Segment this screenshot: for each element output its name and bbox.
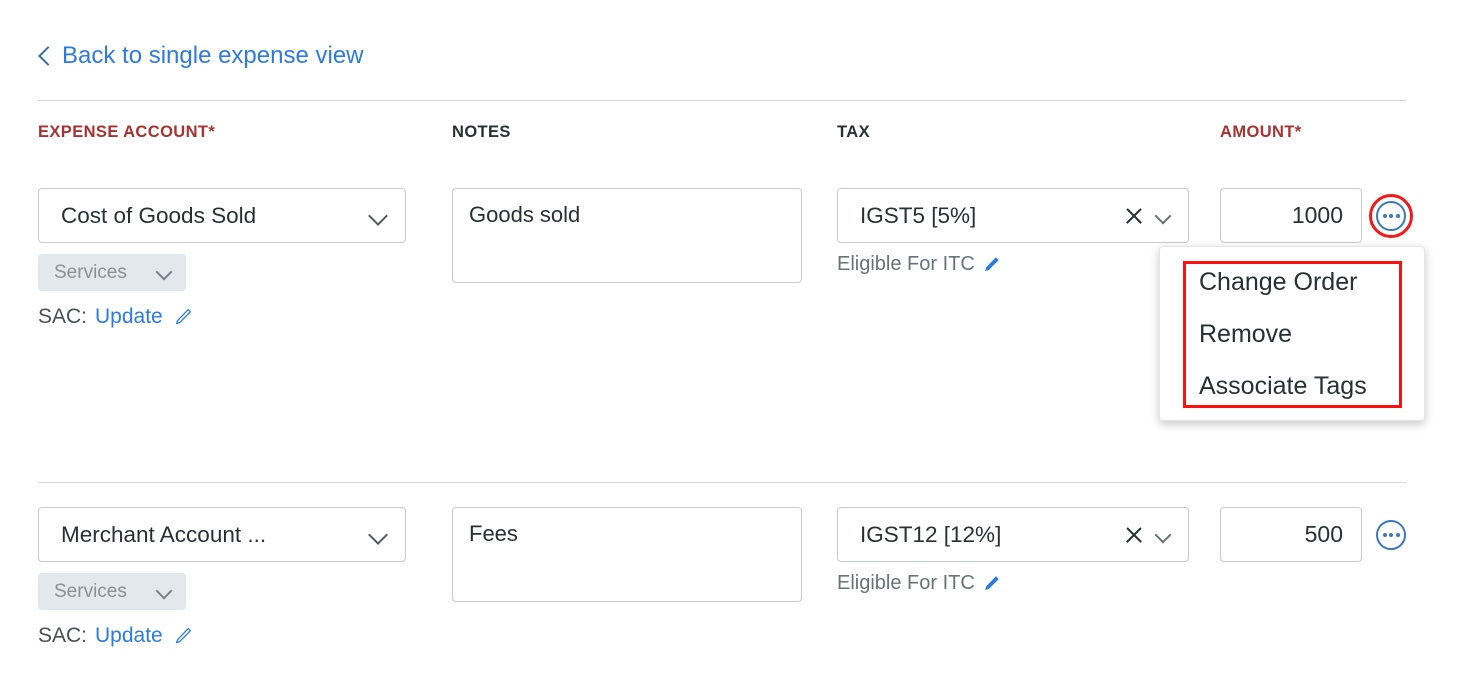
chevron-down-icon [156,583,174,601]
column-header-tax: TAX [837,123,870,141]
ellipsis-icon-dot [1389,532,1393,537]
column-header-amount: AMOUNT* [1220,123,1302,141]
row-actions-context-menu: Change Order Remove Associate Tags [1159,246,1425,421]
pencil-solid-icon[interactable] [982,574,1001,593]
pencil-outline-icon[interactable] [173,626,193,646]
sac-label: SAC: [38,624,88,647]
itc-label: Eligible For ITC [837,253,975,275]
ellipsis-icon-dot [1389,213,1393,218]
sac-line: SAC: Update [38,624,452,648]
table-header-row: EXPENSE ACCOUNT* NOTES TAX AMOUNT* [38,101,1406,164]
pencil-outline-icon[interactable] [173,307,193,327]
tax-select[interactable]: IGST5 [5%] [837,188,1189,243]
notes-input[interactable] [452,507,802,602]
amount-input[interactable]: 500 [1220,507,1362,562]
amount-input[interactable]: 1000 [1220,188,1362,243]
chevron-down-icon [367,524,389,546]
table-row: Merchant Account ... Services SAC: Updat… [38,483,1406,683]
chevron-down-icon [156,264,174,282]
expense-account-value: Merchant Account ... [61,521,267,547]
item-type-label: Services [54,261,127,283]
expense-account-cell: Merchant Account ... Services SAC: Updat… [38,483,452,683]
column-header-notes: NOTES [452,123,511,141]
sac-line: SAC: Update [38,305,452,329]
item-type-chip[interactable]: Services [38,254,186,291]
close-icon[interactable] [1122,523,1146,547]
amount-wrapper: 1000 [1220,188,1413,243]
ellipsis-icon-dot [1382,532,1387,537]
chevron-down-icon [367,205,389,227]
menu-item-remove[interactable]: Remove [1199,320,1292,349]
chevron-down-icon [1152,524,1174,546]
row-more-actions-button[interactable] [1376,519,1406,550]
itc-label: Eligible For ITC [837,572,975,594]
menu-item-change-order[interactable]: Change Order [1199,268,1357,297]
close-icon[interactable] [1122,204,1146,228]
expense-account-select[interactable]: Cost of Goods Sold [38,188,406,243]
sac-update-link[interactable]: Update [95,624,163,648]
ellipsis-icon-dot [1395,213,1400,218]
row-more-actions-button[interactable] [1369,193,1413,238]
back-link-label: Back to single expense view [62,42,364,69]
tax-value: IGST5 [5%] [860,202,977,228]
chevron-down-icon [1152,205,1174,227]
itc-line: Eligible For ITC [837,572,1220,595]
chevron-left-icon [38,45,52,67]
expense-account-value: Cost of Goods Sold [61,202,257,228]
menu-item-associate-tags[interactable]: Associate Tags [1199,372,1367,401]
ellipsis-icon-dot [1382,213,1387,218]
tax-value: IGST12 [12%] [860,521,1002,547]
item-type-label: Services [54,580,127,602]
notes-input[interactable] [452,188,802,283]
amount-cell: 500 [1220,483,1406,683]
notes-cell [452,164,837,482]
column-header-expense-account: EXPENSE ACCOUNT* [38,123,216,141]
tax-cell: IGST12 [12%] Eligible For ITC [837,483,1220,683]
tax-select[interactable]: IGST12 [12%] [837,507,1189,562]
back-to-single-expense-view-link[interactable]: Back to single expense view [38,42,364,70]
sac-label: SAC: [38,305,88,328]
item-type-chip[interactable]: Services [38,573,186,610]
expense-account-select[interactable]: Merchant Account ... [38,507,406,562]
notes-cell [452,483,837,683]
amount-wrapper: 500 [1220,507,1406,562]
ellipsis-icon-dot [1395,532,1400,537]
pencil-solid-icon[interactable] [982,255,1001,274]
sac-update-link[interactable]: Update [95,305,163,329]
expense-account-cell: Cost of Goods Sold Services SAC: Update [38,164,452,482]
